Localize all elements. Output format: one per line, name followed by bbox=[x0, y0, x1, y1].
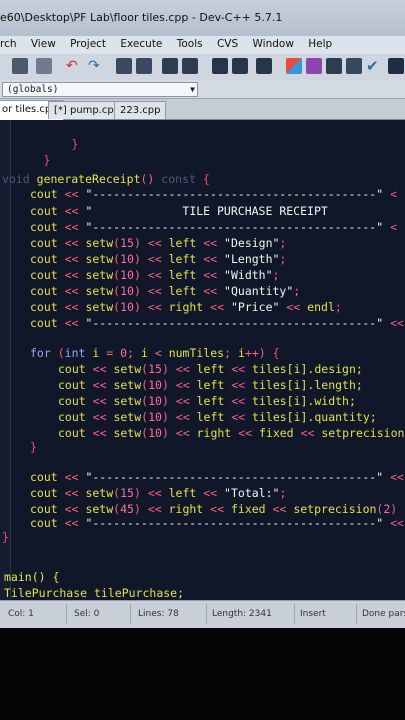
tab-label: [*] pump.cpp bbox=[54, 105, 121, 116]
function-signature: void generateReceipt() const { bbox=[2, 172, 210, 186]
code-line: cout << setw(45) << right << fixed << se… bbox=[30, 502, 398, 516]
status-divider bbox=[356, 604, 357, 624]
status-lines: Lines: 78 bbox=[138, 609, 179, 619]
menu-window[interactable]: Window bbox=[247, 36, 299, 50]
code-editor[interactable]: } } void generateReceipt() const { cout … bbox=[0, 120, 405, 600]
menu-tools[interactable]: Tools bbox=[171, 36, 208, 50]
code-line: cout << "-------------------------------… bbox=[30, 220, 398, 234]
compile-icon[interactable] bbox=[286, 58, 302, 74]
tab-label: 223.cpp bbox=[120, 105, 161, 116]
editor-gutter bbox=[0, 120, 11, 600]
unindent-icon[interactable] bbox=[232, 58, 248, 74]
status-divider bbox=[206, 604, 207, 624]
code-line: cout << "-------------------------------… bbox=[30, 187, 398, 201]
close-icon[interactable] bbox=[36, 58, 52, 74]
chevron-down-icon: ▼ bbox=[190, 85, 195, 94]
code-line: cout << " TILE PURCHASE RECEIPT < bbox=[30, 204, 328, 218]
undo-icon[interactable]: ↶ bbox=[66, 58, 82, 74]
menu-search[interactable]: rch bbox=[0, 36, 22, 50]
code-line: cout << setw(15) << left << "Total:"; bbox=[30, 486, 287, 500]
indent-icon[interactable] bbox=[212, 58, 228, 74]
status-length: Length: 2341 bbox=[212, 609, 272, 619]
for-loop-header: for (int i = 0; i < numTiles; i++) { bbox=[30, 346, 280, 360]
code-line: } bbox=[43, 153, 51, 167]
code-line: cout << setw(10) << left << tiles[i].len… bbox=[58, 378, 363, 392]
toolbar: ↶ ↷ ✔ bbox=[0, 54, 405, 81]
code-line: } bbox=[2, 530, 9, 544]
code-line: cout << "-------------------------------… bbox=[30, 470, 404, 484]
code-line: cout << setw(15) << left << "Design"; bbox=[30, 236, 287, 250]
status-col: Col: 1 bbox=[8, 609, 34, 619]
redo-icon[interactable]: ↷ bbox=[88, 58, 104, 74]
status-parsing: Done pars bbox=[362, 609, 405, 619]
toggle-comment-icon[interactable] bbox=[256, 58, 272, 74]
code-line: cout << setw(10) << left << tiles[i].wid… bbox=[58, 394, 356, 408]
status-divider bbox=[66, 604, 67, 624]
tab-bar: or tiles.cpp [*] pump.cpp 223.cpp bbox=[0, 99, 405, 120]
run-icon[interactable] bbox=[306, 58, 322, 74]
rebuild-icon[interactable] bbox=[346, 58, 362, 74]
menu-cvs[interactable]: CVS bbox=[211, 36, 243, 50]
status-divider bbox=[130, 604, 131, 624]
code-line: TilePurchase tilePurchase; bbox=[4, 586, 185, 600]
compile-run-icon[interactable] bbox=[326, 58, 342, 74]
code-line: cout << "-------------------------------… bbox=[30, 516, 404, 530]
code-line: cout << setw(10) << right << fixed << se… bbox=[58, 426, 405, 440]
code-line: cout << setw(15) << left << tiles[i].des… bbox=[58, 362, 363, 376]
code-line: cout << setw(10) << left << tiles[i].qua… bbox=[58, 410, 377, 424]
code-line: } bbox=[71, 137, 79, 151]
title-bar: e60\Desktop\PF Lab\floor tiles.cpp - Dev… bbox=[0, 0, 405, 36]
scope-bar: (globals) ▼ bbox=[0, 80, 405, 99]
main-function: main() { bbox=[4, 570, 60, 584]
replace-icon[interactable] bbox=[136, 58, 152, 74]
globals-dropdown[interactable]: (globals) ▼ bbox=[2, 82, 198, 97]
debug-icon[interactable] bbox=[388, 58, 404, 74]
tab-223[interactable]: 223.cpp bbox=[114, 101, 167, 119]
menu-help[interactable]: Help bbox=[302, 36, 337, 50]
status-bar: Col: 1 Sel: 0 Lines: 78 Length: 2341 Ins… bbox=[0, 600, 405, 628]
check-icon[interactable]: ✔ bbox=[366, 58, 382, 74]
code-line: cout << setw(10) << left << "Quantity"; bbox=[30, 284, 301, 298]
menu-view[interactable]: View bbox=[25, 36, 61, 50]
find-icon[interactable] bbox=[116, 58, 132, 74]
monitor-screen: e60\Desktop\PF Lab\floor tiles.cpp - Dev… bbox=[0, 0, 405, 628]
status-divider bbox=[294, 604, 295, 624]
save-all-icon[interactable] bbox=[12, 58, 28, 74]
globals-value: (globals) bbox=[7, 84, 59, 95]
status-insert-mode: Insert bbox=[300, 609, 326, 619]
code-line: cout << setw(10) << left << "Length"; bbox=[30, 252, 287, 266]
status-sel: Sel: 0 bbox=[74, 609, 100, 619]
code-line: cout << setw(10) << right << "Price" << … bbox=[30, 300, 342, 314]
code-line: } bbox=[30, 440, 37, 454]
goto-icon[interactable] bbox=[162, 58, 178, 74]
window-title: e60\Desktop\PF Lab\floor tiles.cpp - Dev… bbox=[0, 11, 283, 24]
menu-project[interactable]: Project bbox=[64, 36, 111, 50]
code-line: cout << "-------------------------------… bbox=[30, 316, 404, 330]
code-line: cout << setw(10) << left << "Width"; bbox=[30, 268, 280, 282]
menu-execute[interactable]: Execute bbox=[114, 36, 167, 50]
bookmark-icon[interactable] bbox=[182, 58, 198, 74]
menu-bar: rch View Project Execute Tools CVS Windo… bbox=[0, 36, 405, 54]
